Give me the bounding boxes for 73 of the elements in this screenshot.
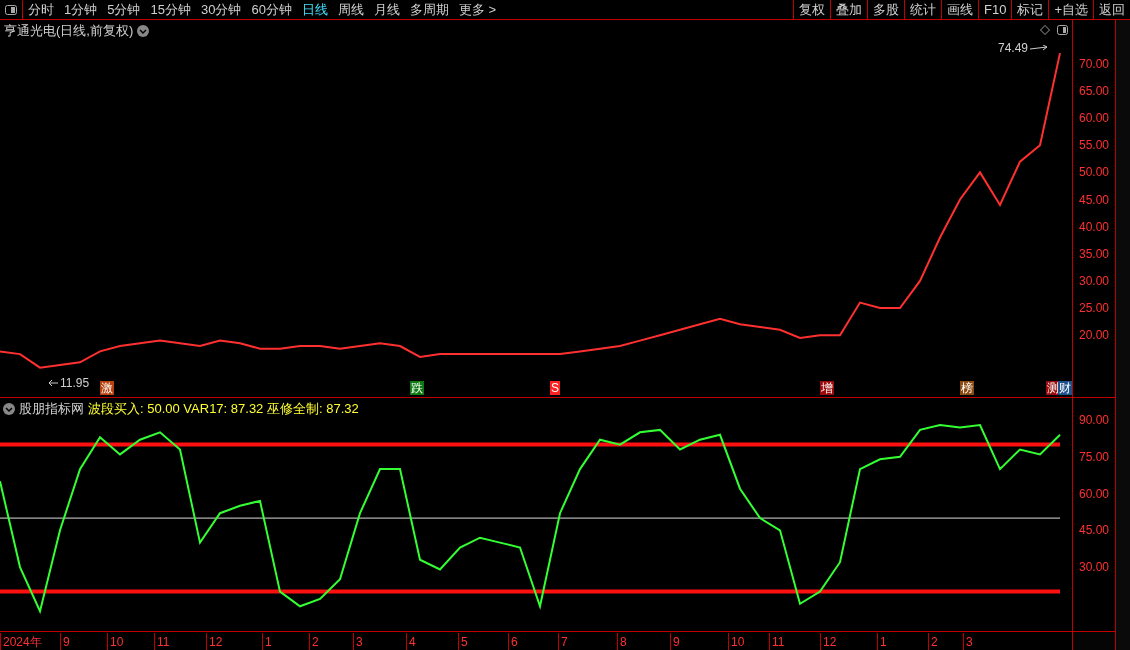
panel-toggle-icon[interactable] <box>5 4 17 15</box>
axis-label: 60.00 <box>1079 487 1110 500</box>
axis-label: 30.00 <box>1079 274 1110 287</box>
time-axis-label: 3 <box>963 633 973 650</box>
signal-marker: 激 <box>100 381 114 395</box>
axis-label: 40.00 <box>1079 220 1110 233</box>
time-axis-label: 12 <box>206 633 223 650</box>
axis-label: 60.00 <box>1079 112 1110 125</box>
axis-label: 35.00 <box>1079 247 1110 260</box>
chevron-down-icon[interactable] <box>137 24 150 37</box>
time-axis-label: 7 <box>558 633 568 650</box>
axis-label: 55.00 <box>1079 139 1110 152</box>
period-tab[interactable]: 多周期 <box>409 0 449 20</box>
time-axis-label: 2024年 <box>0 633 42 650</box>
period-tab[interactable]: 更多 > <box>458 0 497 20</box>
time-axis-label: 12 <box>820 633 837 650</box>
time-axis-label: 11 <box>769 633 785 650</box>
axis-label: 45.00 <box>1079 524 1110 537</box>
time-axis-label: 10 <box>728 633 745 650</box>
chart-title: 亨通光电(日线,前复权) <box>4 22 134 40</box>
time-axis-label: 1 <box>262 633 272 650</box>
axis-label: 65.00 <box>1079 85 1110 98</box>
time-axis-label: 8 <box>617 633 627 650</box>
axis-label: 45.00 <box>1079 193 1110 206</box>
time-axis-label: 11 <box>154 633 170 650</box>
axis-label: 20.00 <box>1079 329 1110 342</box>
toolbar-button[interactable]: +自选 <box>1048 0 1093 19</box>
axis-label: 75.00 <box>1079 450 1110 463</box>
period-tab[interactable]: 5分钟 <box>107 0 141 20</box>
signal-marker: S <box>550 381 560 395</box>
time-axis-label: 4 <box>406 633 416 650</box>
axis-label: 30.00 <box>1079 561 1110 574</box>
period-tab[interactable]: 分时 <box>28 0 54 20</box>
indicator-name: 股朋指标网 <box>19 400 84 418</box>
toolbar-button[interactable]: 叠加 <box>830 0 867 19</box>
low-price-label: 11.95 <box>60 374 90 392</box>
period-tab[interactable]: 1分钟 <box>64 0 98 20</box>
time-axis-label: 2 <box>309 633 319 650</box>
chevron-down-icon[interactable] <box>3 402 15 415</box>
time-axis-label: 1 <box>877 633 887 650</box>
time-axis-label: 5 <box>458 633 468 650</box>
axis-label: 25.00 <box>1079 302 1110 315</box>
period-tab[interactable]: 30分钟 <box>200 0 242 20</box>
time-axis-label: 2 <box>928 633 938 650</box>
period-tab[interactable]: 日线 <box>301 0 328 20</box>
signal-marker: 增 <box>820 381 834 395</box>
high-price-label: 74.49 <box>998 40 1029 58</box>
arrow-icon <box>1030 45 1049 52</box>
time-axis-label: 9 <box>60 633 70 650</box>
period-tab[interactable]: 60分钟 <box>251 0 292 20</box>
indicator-readout: 波段买入: 50.00 VAR17: 87.32 巫修全制: 87.32 <box>88 400 359 418</box>
time-axis-label: 10 <box>107 633 124 650</box>
period-tab[interactable]: 周线 <box>337 0 364 20</box>
signal-marker: 跌 <box>410 381 424 395</box>
period-tab[interactable]: 月线 <box>373 0 400 20</box>
toolbar-button[interactable]: 复权 <box>793 0 830 19</box>
signal-marker: 财 <box>1058 381 1072 395</box>
toolbar-button[interactable]: 多股 <box>867 0 904 19</box>
axis-label: 70.00 <box>1079 57 1110 70</box>
time-axis-label: 6 <box>508 633 518 650</box>
toolbar-button[interactable]: 画线 <box>941 0 978 19</box>
toolbar-button[interactable]: 返回 <box>1093 0 1130 19</box>
toolbar-button[interactable]: F10 <box>978 0 1012 19</box>
axis-label: 50.00 <box>1079 166 1110 179</box>
panel-toggle-icon[interactable] <box>1057 25 1068 35</box>
toolbar-button[interactable]: 标记 <box>1011 0 1049 19</box>
time-axis-label: 3 <box>353 633 363 650</box>
toolbar-button[interactable]: 统计 <box>904 0 941 19</box>
signal-marker: 榜 <box>960 381 974 395</box>
period-tab[interactable]: 15分钟 <box>150 0 191 20</box>
arrow-icon <box>48 379 58 386</box>
time-axis-label: 9 <box>670 633 680 650</box>
axis-label: 90.00 <box>1079 414 1110 427</box>
